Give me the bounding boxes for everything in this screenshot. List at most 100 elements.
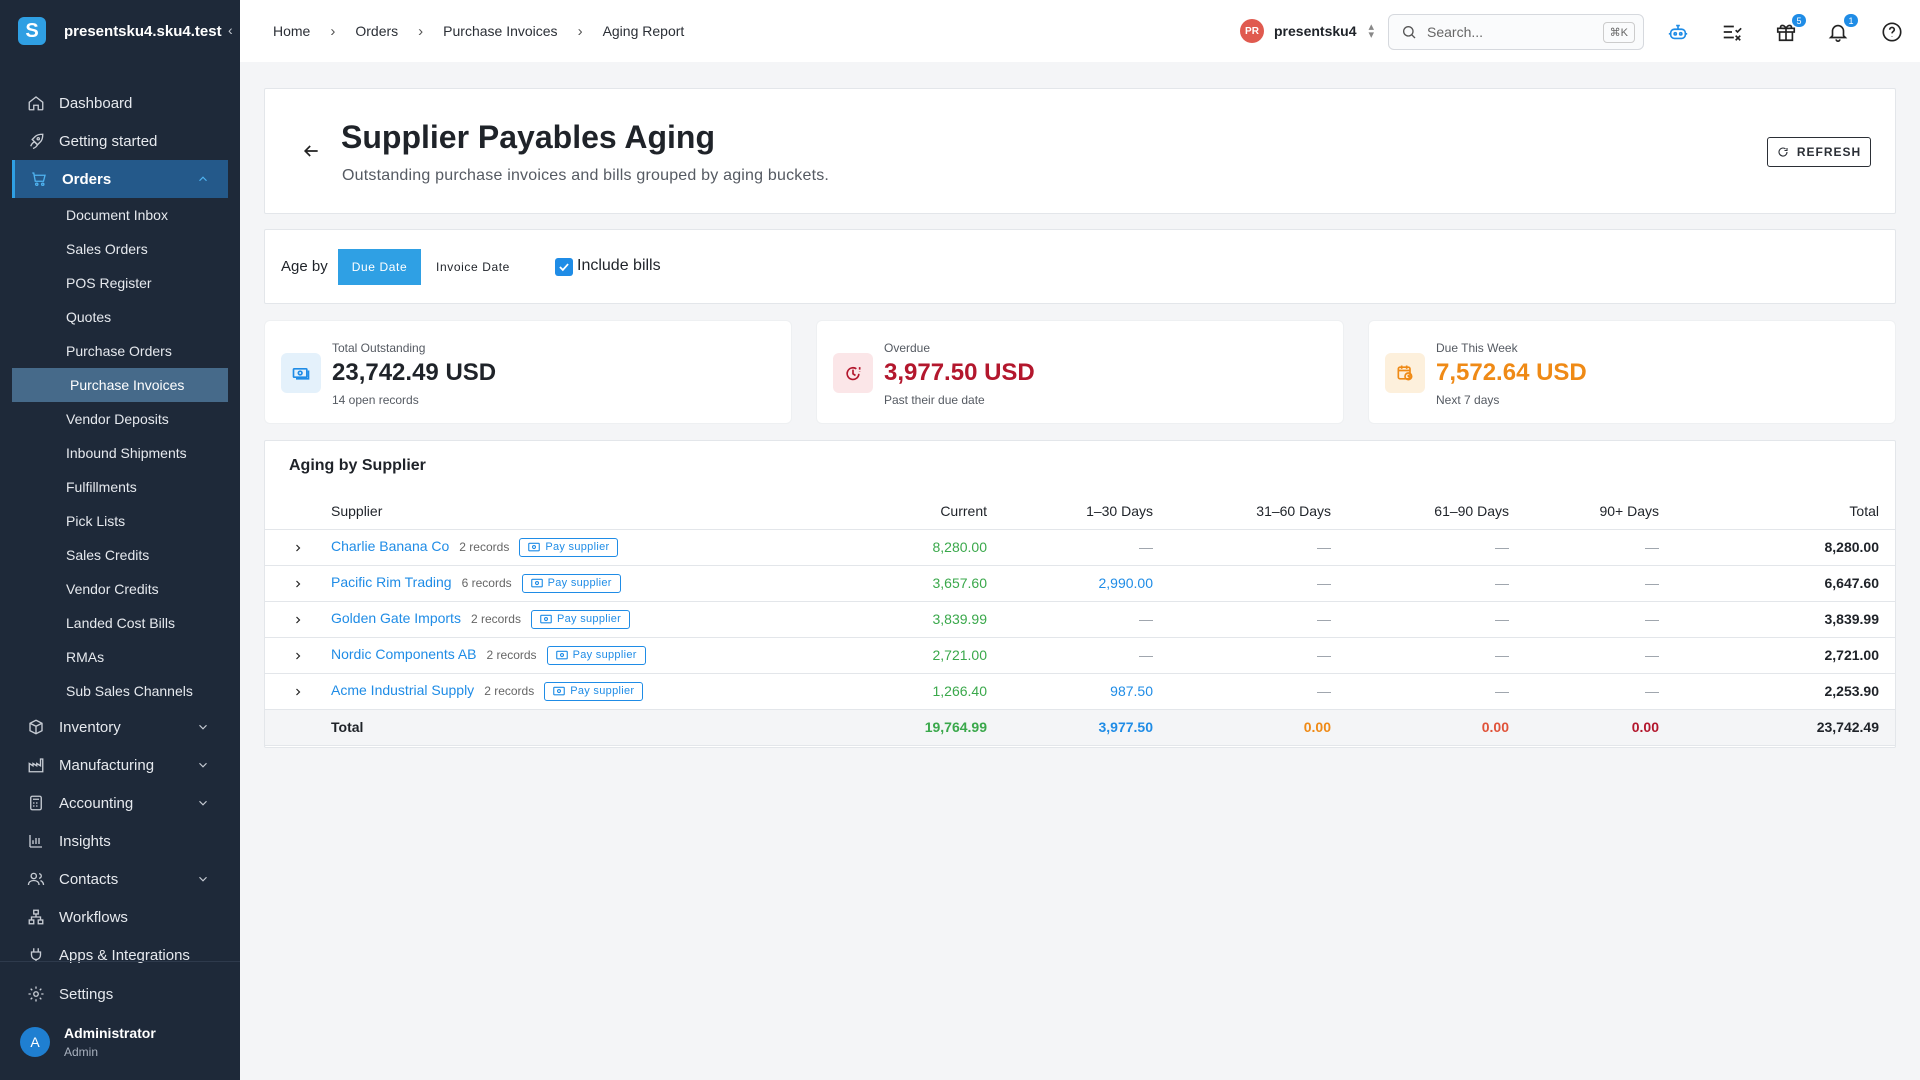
sidebar-item-insights[interactable]: Insights: [0, 822, 240, 860]
supplier-cell: Nordic Components AB 2 records Pay supplie…: [331, 637, 831, 674]
sidebar-item-apps-integrations[interactable]: Apps & Integrations: [0, 936, 240, 974]
sidebar-item-manufacturing[interactable]: Manufacturing: [0, 746, 240, 784]
pay-supplier-label: Pay supplier: [556, 613, 622, 625]
sidebar-subitem-pick-lists[interactable]: Pick Lists: [0, 504, 240, 538]
column-header-1-30[interactable]: 1–30 Days: [987, 493, 1153, 530]
brand[interactable]: S presentsku4.sku4.test: [0, 0, 240, 62]
brand-name: presentsku4.sku4.test: [64, 22, 222, 40]
sidebar-subitem-sales-orders[interactable]: Sales Orders: [0, 232, 240, 266]
days-1-30-cell: —: [987, 529, 1153, 566]
include-bills-checkbox[interactable]: [555, 258, 573, 276]
sidebar-subitem-sales-credits[interactable]: Sales Credits: [0, 538, 240, 572]
page-subtitle: Outstanding purchase invoices and bills …: [342, 167, 830, 184]
sidebar-item-inventory[interactable]: Inventory: [0, 708, 240, 746]
breadcrumb-purchase-invoices[interactable]: Purchase Invoices: [443, 23, 557, 39]
sidebar-subitem-landed-cost-bills[interactable]: Landed Cost Bills: [0, 606, 240, 640]
pay-supplier-button[interactable]: Pay supplier: [519, 537, 619, 557]
sidebar-subitem-document-inbox[interactable]: Document Inbox: [0, 198, 240, 232]
expand-row-icon[interactable]: [265, 529, 331, 566]
sidebar-item-settings[interactable]: Settings: [0, 975, 240, 1013]
card-note: 14 open records: [332, 393, 419, 407]
back-arrow-icon[interactable]: [301, 141, 321, 166]
column-header-supplier[interactable]: Supplier: [331, 493, 831, 530]
page-header: Supplier Payables Aging Outstanding purc…: [264, 88, 1896, 214]
supplier-link[interactable]: Golden Gate Imports: [331, 610, 461, 626]
supplier-link[interactable]: Pacific Rim Trading: [331, 574, 452, 590]
rocket-icon: [27, 132, 45, 150]
collapse-sidebar-icon[interactable]: ‹: [228, 22, 240, 38]
card-value: 3,977.50 USD: [884, 359, 1035, 386]
user-profile[interactable]: A Administrator Admin: [20, 1025, 156, 1059]
days-90-plus-cell: —: [1509, 565, 1659, 602]
sidebar-item-getting-started[interactable]: Getting started: [0, 122, 240, 160]
total-cell: 3,839.99: [1659, 601, 1895, 638]
card-label: Due This Week: [1436, 341, 1518, 355]
totals-label: Total: [331, 709, 831, 746]
sidebar-subitem-rmas[interactable]: RMAs: [0, 640, 240, 674]
table-row[interactable]: Acme Industrial Supply 2 records Pay suppl…: [265, 673, 1895, 710]
sidebar-item-label: Inventory: [59, 718, 121, 736]
sidebar-subitem-purchase-invoices[interactable]: Purchase Invoices: [12, 368, 228, 402]
sidebar-item-label: Workflows: [59, 908, 128, 926]
sidebar-item-accounting[interactable]: Accounting: [0, 784, 240, 822]
sidebar-subitem-vendor-deposits[interactable]: Vendor Deposits: [0, 402, 240, 436]
table-row[interactable]: Nordic Components AB 2 records Pay supplie…: [265, 637, 1895, 674]
bell-icon[interactable]: 1: [1826, 14, 1858, 44]
gift-icon[interactable]: 5: [1774, 14, 1806, 44]
pay-supplier-button[interactable]: Pay supplier: [544, 681, 644, 701]
sidebar-item-dashboard[interactable]: Dashboard: [0, 84, 240, 122]
days-90-plus-cell: —: [1509, 637, 1659, 674]
column-header-current[interactable]: Current: [831, 493, 987, 530]
sidebar-subitem-fulfillments[interactable]: Fulfillments: [0, 470, 240, 504]
company-switcher[interactable]: PR presentsku4 ▴ ▾: [1240, 19, 1374, 43]
supplier-link[interactable]: Nordic Components AB: [331, 646, 477, 662]
sidebar-subitem-inbound-shipments[interactable]: Inbound Shipments: [0, 436, 240, 470]
refresh-button[interactable]: REFRESH: [1767, 137, 1871, 167]
search-input[interactable]: [1427, 24, 1587, 40]
search-box[interactable]: ⌘K: [1388, 14, 1644, 50]
supplier-link[interactable]: Charlie Banana Co: [331, 538, 449, 554]
sidebar-item-workflows[interactable]: Workflows: [0, 898, 240, 936]
sidebar-item-contacts[interactable]: Contacts: [0, 860, 240, 898]
totals-spacer: [265, 709, 331, 746]
calendar-clock-icon: [1385, 353, 1425, 393]
column-header-total[interactable]: Total: [1659, 493, 1895, 530]
table-row[interactable]: Charlie Banana Co 2 records Pay supplier 8,…: [265, 529, 1895, 566]
supplier-cell: Charlie Banana Co 2 records Pay supplier: [331, 529, 831, 566]
refresh-icon: [1778, 147, 1788, 157]
sidebar-subitem-sub-sales-channels[interactable]: Sub Sales Channels: [0, 674, 240, 708]
pay-supplier-button[interactable]: Pay supplier: [521, 573, 621, 593]
record-count: 6 records: [461, 575, 512, 590]
tasks-icon[interactable]: [1720, 20, 1744, 44]
help-icon[interactable]: [1880, 20, 1904, 44]
table-row[interactable]: Pacific Rim Trading 6 records Pay supplier…: [265, 565, 1895, 602]
column-header-90-plus[interactable]: 90+ Days: [1509, 493, 1659, 530]
card-label: Overdue: [884, 341, 931, 355]
table-row[interactable]: Golden Gate Imports 2 records Pay supplier…: [265, 601, 1895, 638]
expand-row-icon[interactable]: [265, 565, 331, 602]
due-date-option[interactable]: Due Date: [338, 249, 421, 285]
column-header-31-60[interactable]: 31–60 Days: [1153, 493, 1331, 530]
breadcrumb-home[interactable]: Home: [273, 23, 310, 39]
supplier-link[interactable]: Acme Industrial Supply: [331, 682, 474, 698]
cash-icon: [555, 650, 573, 660]
invoice-date-option[interactable]: Invoice Date: [421, 249, 525, 285]
sidebar-item-orders[interactable]: Orders: [12, 160, 228, 198]
pay-supplier-button[interactable]: Pay supplier: [530, 609, 631, 629]
robot-icon[interactable]: [1666, 20, 1690, 44]
breadcrumb-orders[interactable]: Orders: [355, 23, 398, 39]
sidebar-divider: [0, 961, 240, 962]
include-bills-label[interactable]: Include bills: [577, 257, 661, 275]
pay-supplier-button[interactable]: Pay supplier: [546, 645, 646, 665]
expand-row-icon[interactable]: [265, 601, 331, 638]
sidebar-item-label: Dashboard: [59, 94, 133, 112]
sidebar-subitem-pos-register[interactable]: POS Register: [0, 266, 240, 300]
sidebar-subitem-vendor-credits[interactable]: Vendor Credits: [0, 572, 240, 606]
sidebar-subitem-quotes[interactable]: Quotes: [0, 300, 240, 334]
sidebar-item-label: Contacts: [59, 870, 119, 888]
expand-row-icon[interactable]: [265, 673, 331, 710]
expand-row-icon[interactable]: [265, 637, 331, 674]
days-31-60-cell: —: [1153, 565, 1331, 602]
sidebar-subitem-purchase-orders[interactable]: Purchase Orders: [0, 334, 240, 368]
column-header-61-90[interactable]: 61–90 Days: [1331, 493, 1509, 530]
